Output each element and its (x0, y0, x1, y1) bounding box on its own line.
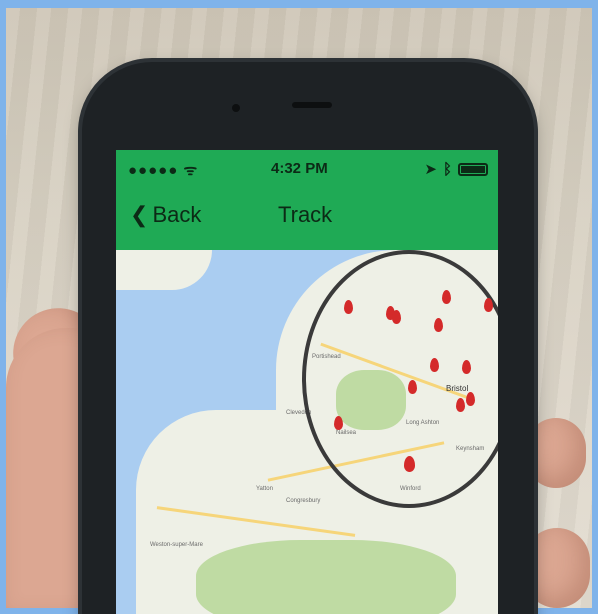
signal-indicator: ●●●●● ᯤ (128, 162, 199, 179)
chevron-left-icon: ❮ (130, 202, 149, 227)
earpiece-speaker (292, 102, 332, 108)
status-time: 4:32 PM (271, 160, 328, 177)
location-marker[interactable] (404, 456, 415, 472)
location-arrow-icon: ➤ (424, 161, 437, 178)
location-marker[interactable] (334, 416, 343, 430)
location-marker[interactable] (434, 318, 443, 332)
map-hills (196, 540, 456, 614)
bluetooth-icon: ᛒ (442, 160, 452, 178)
location-marker[interactable] (484, 298, 493, 312)
map-land-north (116, 250, 212, 290)
battery-icon (458, 162, 488, 176)
hand-finger-upper (526, 418, 586, 488)
location-marker[interactable] (392, 310, 401, 324)
navigation-bar: ●●●●● ᯤ 4:32 PM ➤ ᛒ ❮ Back Track (116, 150, 498, 250)
map-label: Congresbury (286, 498, 321, 504)
map-view[interactable]: Bristol Weston-super-Mare Clevedon Porti… (116, 250, 498, 614)
location-marker[interactable] (344, 300, 353, 314)
location-marker[interactable] (456, 398, 465, 412)
front-camera-icon (232, 104, 240, 112)
location-marker[interactable] (462, 360, 471, 374)
map-label: Weston-super-Mare (150, 542, 203, 548)
location-marker[interactable] (442, 290, 451, 304)
page-title: Track (278, 202, 333, 227)
location-marker[interactable] (408, 380, 417, 394)
location-marker[interactable] (466, 392, 475, 406)
map-label: Yatton (256, 486, 273, 492)
location-marker[interactable] (430, 358, 439, 372)
phone-screen: ●●●●● ᯤ 4:32 PM ➤ ᛒ ❮ Back Track Bristol… (116, 150, 498, 614)
back-button[interactable]: ❮ Back (130, 202, 201, 228)
status-right-icons: ➤ ᛒ (424, 160, 488, 178)
back-label: Back (152, 202, 202, 227)
